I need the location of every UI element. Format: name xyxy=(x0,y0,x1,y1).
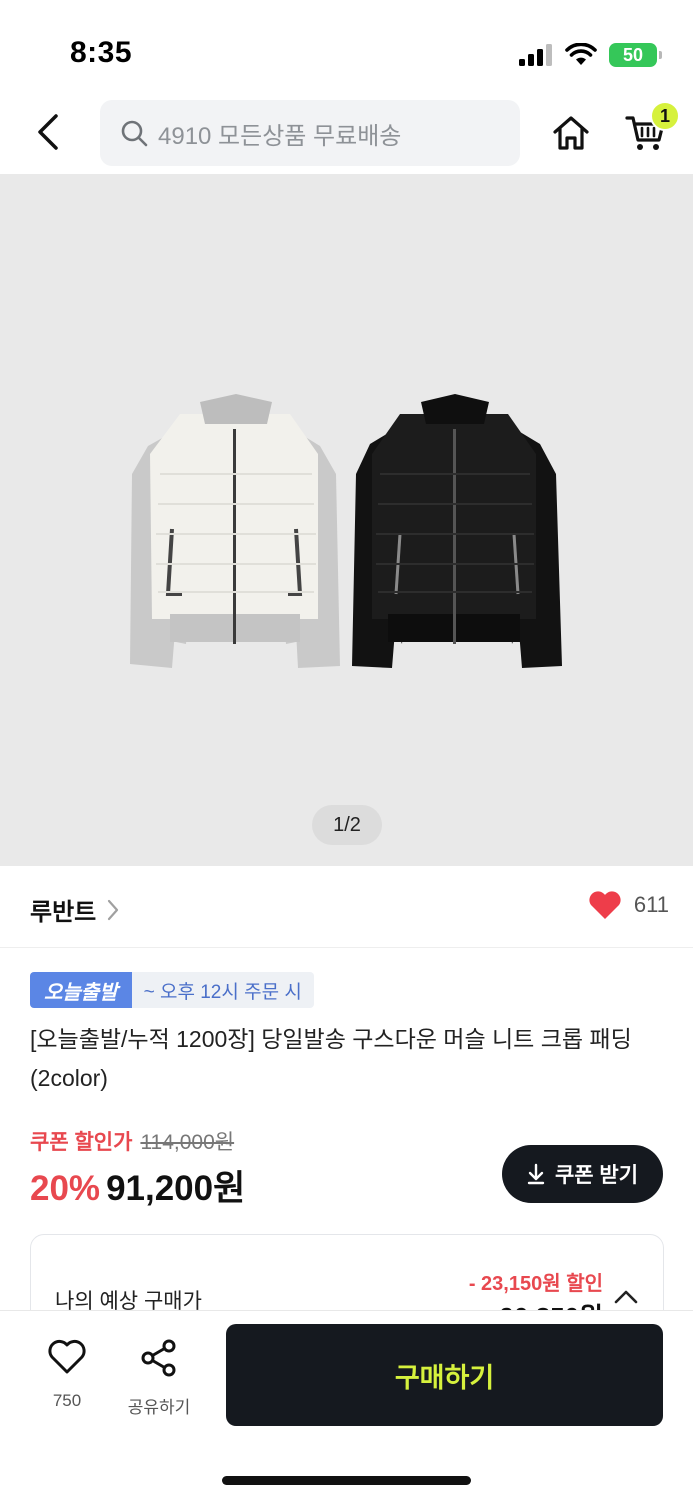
home-icon xyxy=(553,116,589,150)
wishlist-button[interactable]: 750 xyxy=(36,1339,98,1425)
brand-row: 루반트 611 xyxy=(0,866,693,948)
price-row: 20% 91,200원 xyxy=(30,1160,245,1211)
delivery-badges: 오늘출발 ~ 오후 12시 주문 시 xyxy=(30,972,314,1008)
sale-price: 91,200원 xyxy=(106,1169,246,1208)
share-button[interactable]: 공유하기 xyxy=(124,1339,194,1425)
coupon-price-text: 쿠폰 할인가 xyxy=(30,1131,133,1154)
battery-level: 50 xyxy=(622,44,644,65)
share-label: 공유하기 xyxy=(127,1398,191,1417)
product-image-gallery[interactable] xyxy=(0,174,693,866)
brand-like-button[interactable]: 611 xyxy=(588,890,669,920)
heart-outline-icon xyxy=(48,1339,86,1374)
chevron-right-icon xyxy=(108,899,119,920)
heart-filled-icon xyxy=(589,891,621,919)
status-time: 8:35 xyxy=(70,36,133,69)
original-price: 114,000원 xyxy=(140,1131,235,1154)
cellular-signal-icon xyxy=(519,44,552,66)
dark-jacket-illustration xyxy=(352,394,562,668)
home-indicator xyxy=(222,1476,471,1485)
product-image xyxy=(130,394,562,668)
buy-button[interactable]: 구매하기 xyxy=(226,1324,663,1426)
today-shipping-badge: 오늘출발 xyxy=(30,972,132,1008)
share-icon xyxy=(141,1339,176,1377)
search-icon xyxy=(121,120,148,147)
coupon-price-label: 쿠폰 할인가 114,000원 xyxy=(30,1126,234,1156)
header: 4910 모든상품 무료배송 xyxy=(0,98,693,174)
cart-count-badge: 1 xyxy=(650,101,680,131)
buy-button-label: 구매하기 xyxy=(394,1362,495,1393)
status-icons: 50 xyxy=(519,40,662,70)
download-icon xyxy=(527,1163,545,1185)
expected-discount: - 23,150원 할인 xyxy=(468,1273,603,1295)
search-input[interactable]: 4910 모든상품 무료배송 xyxy=(100,100,520,166)
order-cutoff-badge: ~ 오후 12시 주문 시 xyxy=(131,972,314,1008)
brand-name: 루반트 xyxy=(30,899,97,926)
light-jacket-illustration xyxy=(130,394,340,668)
wishlist-count: 750 xyxy=(52,1391,82,1410)
coupon-download-button[interactable]: 쿠폰 받기 xyxy=(502,1145,663,1203)
battery-indicator: 50 xyxy=(609,43,662,67)
status-bar: 8:35 50 xyxy=(0,0,693,100)
gallery-page-indicator: 1/2 xyxy=(312,805,382,845)
wifi-icon xyxy=(565,43,597,65)
coupon-button-label: 쿠폰 받기 xyxy=(554,1164,639,1187)
chevron-left-icon xyxy=(38,114,58,150)
back-button[interactable] xyxy=(28,110,68,154)
brand-link[interactable]: 루반트 xyxy=(30,892,120,927)
home-button[interactable] xyxy=(548,110,594,156)
brand-like-count: 611 xyxy=(633,892,669,917)
bottom-action-bar: 750 공유하기 구매하기 xyxy=(0,1310,693,1500)
search-placeholder: 4910 모든상품 무료배송 xyxy=(158,122,402,150)
chevron-up-icon[interactable] xyxy=(613,1287,639,1307)
discount-rate: 20% xyxy=(30,1169,101,1208)
product-title: [오늘출발/누적 1200장] 당일발송 구스다운 머슬 니트 크롭 패딩 (2… xyxy=(30,1026,632,1091)
